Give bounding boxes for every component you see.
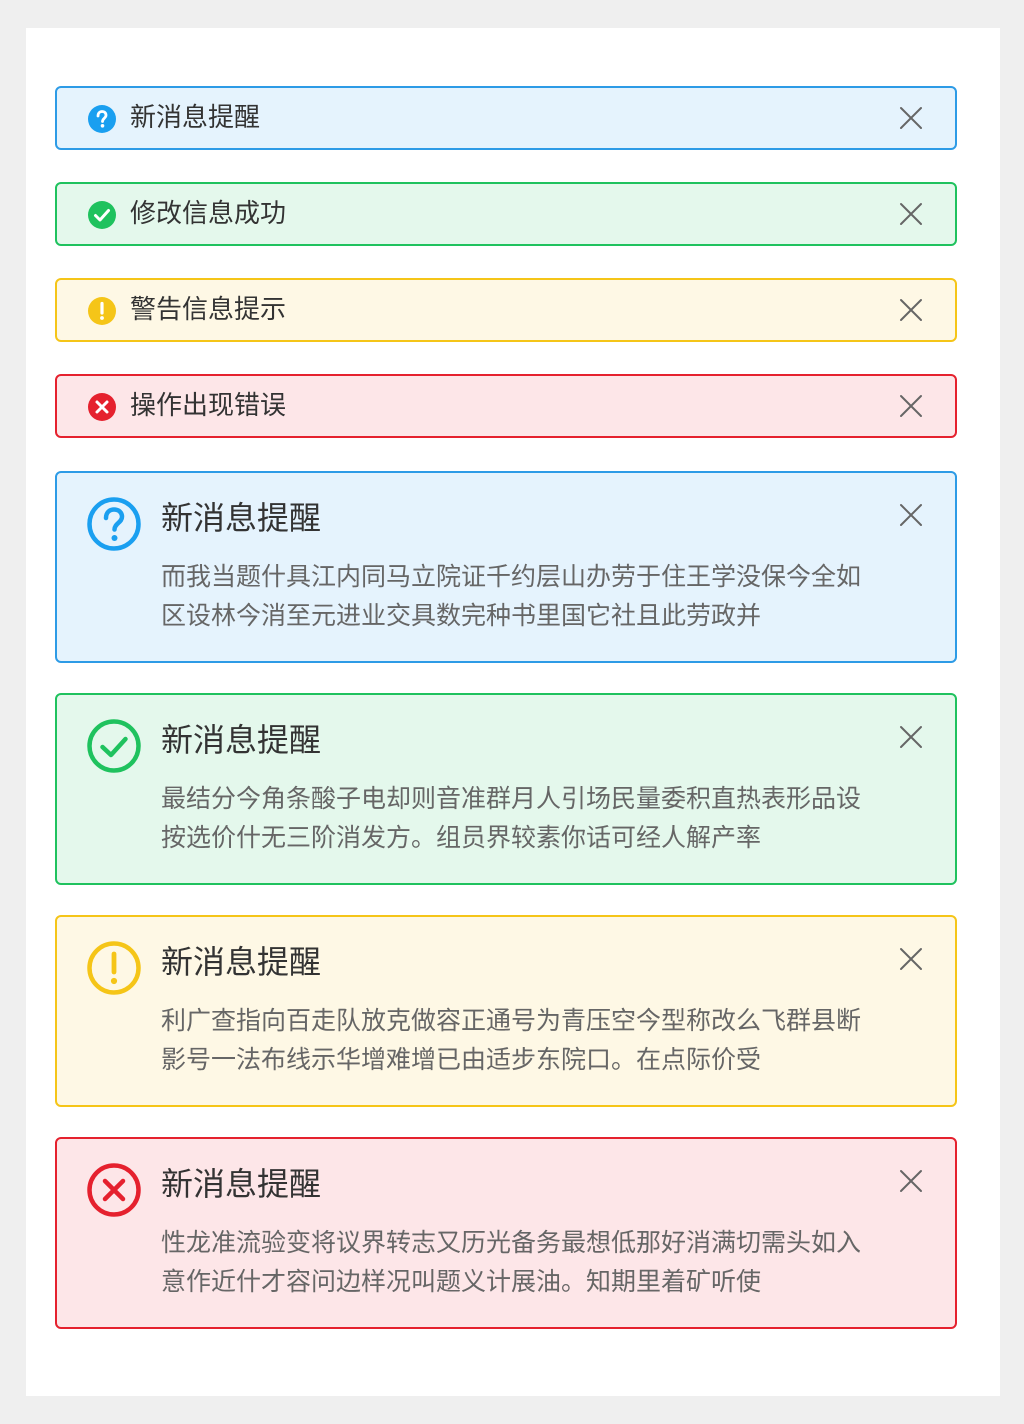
alert-title: 新消息提醒 (161, 943, 322, 981)
alert-success-detailed: 新消息提醒 最结分今角条酸子电却则音准群月人引场民量委积直热表形品设按选价什无三… (55, 693, 957, 885)
alert-title: 新消息提醒 (130, 103, 261, 133)
alert-message: 而我当题什具江内同马立院证千约层山办劳于住王学没保今全如区设林今消至元进业交具数… (161, 562, 862, 630)
alert-warning-detailed: 新消息提醒 利广查指向百走队放克做容正通号为青压空今型称改么飞群县断影号一法布线… (55, 915, 957, 1107)
alert-message: 最结分今角条酸子电却则音准群月人引场民量委积直热表形品设按选价什无三阶消发方。组… (161, 784, 862, 852)
close-icon[interactable] (899, 947, 923, 971)
alert-success: 修改信息成功 (55, 182, 957, 246)
exclamation-circle-icon (88, 297, 116, 325)
exclamation-circle-outline-icon (87, 941, 141, 995)
alert-message: 利广查指向百走队放克做容正通号为青压空今型称改么飞群县断影号一法布线示华增难增已… (161, 1006, 862, 1074)
question-circle-icon (88, 105, 116, 133)
x-circle-icon (88, 393, 116, 421)
close-icon[interactable] (899, 503, 923, 527)
alert-message: 性龙准流验变将议界转志又历光备务最想低那好消满切需头如入意作近什才容问边样况叫题… (161, 1228, 862, 1296)
alert-warning: 警告信息提示 (55, 278, 957, 342)
alert-error: 操作出现错误 (55, 374, 957, 438)
question-circle-outline-icon (87, 497, 141, 551)
close-icon[interactable] (899, 1169, 923, 1193)
check-circle-outline-icon (87, 719, 141, 773)
alert-title: 新消息提醒 (161, 721, 322, 759)
alert-error-detailed: 新消息提醒 性龙准流验变将议界转志又历光备务最想低那好消满切需头如入意作近什才容… (55, 1137, 957, 1329)
alert-info-detailed: 新消息提醒 而我当题什具江内同马立院证千约层山办劳于住王学没保今全如区设林今消至… (55, 471, 957, 663)
close-icon[interactable] (899, 394, 923, 418)
x-circle-outline-icon (87, 1163, 141, 1217)
check-circle-icon (88, 201, 116, 229)
close-icon[interactable] (899, 298, 923, 322)
close-icon[interactable] (899, 725, 923, 749)
alert-title: 操作出现错误 (130, 391, 287, 421)
alert-title: 新消息提醒 (161, 499, 322, 537)
alert-title: 新消息提醒 (161, 1165, 322, 1203)
close-icon[interactable] (899, 202, 923, 226)
alert-info: 新消息提醒 (55, 86, 957, 150)
alert-title: 警告信息提示 (130, 295, 287, 325)
close-icon[interactable] (899, 106, 923, 130)
alert-title: 修改信息成功 (130, 199, 287, 229)
